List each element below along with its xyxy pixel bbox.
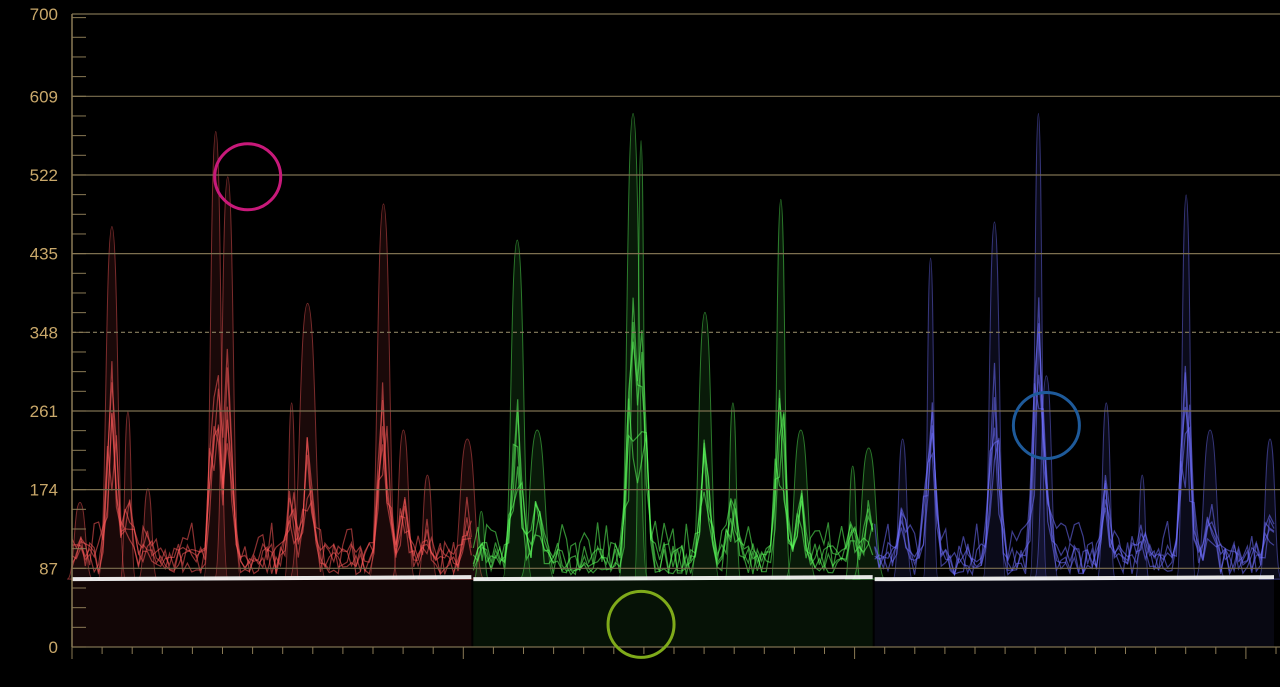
- y-tick-label: 348: [30, 323, 58, 342]
- rgb-parade-waveform: 0 87 174 261 348 435 522 609 700: [0, 0, 1280, 687]
- panel-red-body: [72, 579, 472, 647]
- y-tick-label: 609: [30, 87, 58, 106]
- panel-blue-body: [874, 579, 1274, 647]
- y-tick-label: 700: [30, 5, 58, 24]
- y-tick-label: 522: [30, 166, 58, 185]
- y-tick-label: 0: [49, 638, 58, 657]
- baseline-green: [473, 575, 873, 582]
- y-tick-label: 174: [30, 481, 58, 500]
- baseline-red: [71, 575, 472, 582]
- y-tick-label: 435: [30, 245, 58, 264]
- y-tick-label: 87: [39, 559, 58, 578]
- baseline-blue: [874, 575, 1275, 582]
- y-tick-label: 261: [30, 402, 58, 421]
